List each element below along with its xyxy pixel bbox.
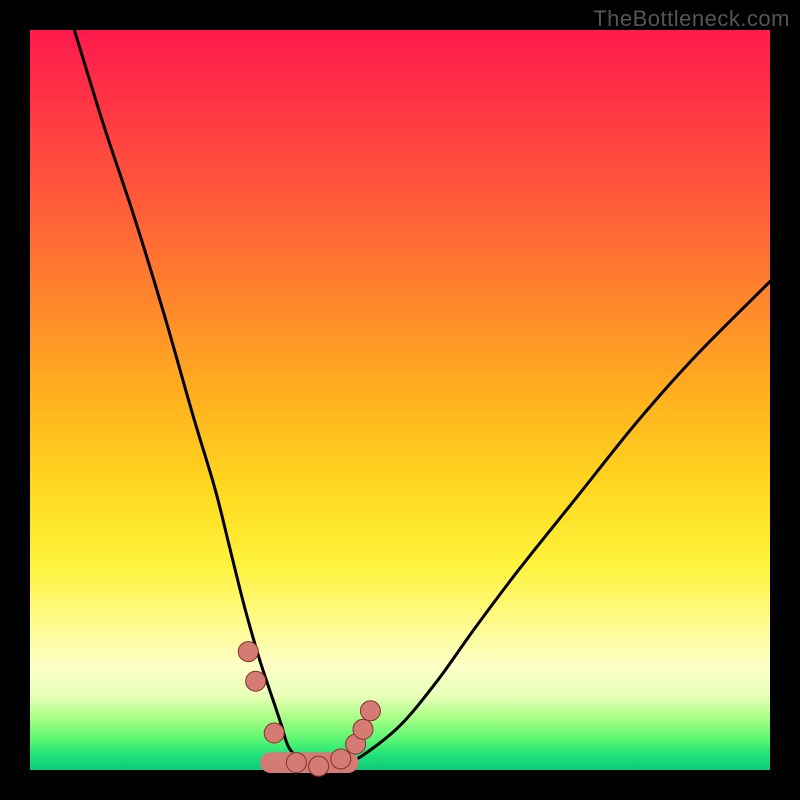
chart-frame: TheBottleneck.com bbox=[0, 0, 800, 800]
highlight-dot bbox=[264, 723, 284, 743]
watermark-text: TheBottleneck.com bbox=[593, 6, 790, 32]
highlight-dot bbox=[286, 753, 306, 773]
highlight-dot bbox=[331, 749, 351, 769]
highlight-dot bbox=[246, 671, 266, 691]
highlight-dot bbox=[360, 701, 380, 721]
highlight-dot bbox=[353, 719, 373, 739]
highlight-dot bbox=[238, 642, 258, 662]
bottleneck-curve bbox=[74, 30, 770, 770]
chart-overlay bbox=[30, 30, 770, 770]
highlight-dot bbox=[309, 756, 329, 776]
